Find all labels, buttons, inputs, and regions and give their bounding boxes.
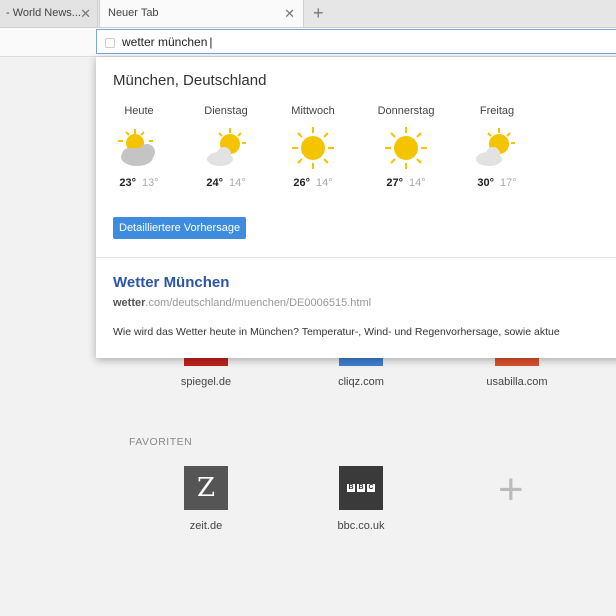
top-site-label[interactable]: spiegel.de <box>146 376 266 388</box>
top-site-tile-usabilla[interactable] <box>495 358 539 366</box>
day-name: Dienstag <box>204 105 248 117</box>
temp-high: 26° <box>293 177 310 189</box>
tab-bar: - World News... ✕ Neuer Tab ✕ + <box>0 0 616 28</box>
temp-low: 14° <box>229 177 246 189</box>
close-icon[interactable]: ✕ <box>80 0 91 27</box>
top-site-tile-cliqz[interactable] <box>339 358 383 366</box>
temp-low: 14° <box>316 177 333 189</box>
tab-new-tab[interactable]: Neuer Tab ✕ <box>99 0 304 27</box>
temp-high: 23° <box>119 177 136 189</box>
favorite-label[interactable]: bbc.co.uk <box>301 520 421 532</box>
top-site-tile-spiegel[interactable] <box>184 358 228 366</box>
favorite-tile-zeit[interactable]: Z <box>184 466 228 510</box>
result-url: wetter.com/deutschland/muenchen/DE000651… <box>113 297 371 309</box>
temp-low: 17° <box>500 177 517 189</box>
weather-day: Mittwoch 26° 14° <box>273 105 353 189</box>
favorite-label[interactable]: zeit.de <box>146 520 266 532</box>
url-bar[interactable]: wetter münchen <box>96 29 616 54</box>
search-dropdown: München, Deutschland Heute 23° 13° Dienst… <box>96 57 616 358</box>
new-tab-plus-icon[interactable]: + <box>313 2 324 24</box>
tab-label: Neuer Tab <box>108 7 159 19</box>
result-url-path: .com/deutschland/muenchen/DE0006515.html <box>145 297 372 309</box>
url-input-text[interactable]: wetter münchen <box>122 35 213 49</box>
partly-cloudy-icon <box>118 129 155 166</box>
tab-label: - World News... <box>6 7 81 19</box>
result-title-link[interactable]: Wetter München <box>113 274 229 291</box>
temp-high: 30° <box>477 177 494 189</box>
result-description: Wie wird das Wetter heute in München? Te… <box>113 326 560 338</box>
close-icon[interactable]: ✕ <box>284 0 295 27</box>
weather-day: Heute 23° 13° <box>99 105 179 189</box>
day-name: Donnerstag <box>377 105 435 117</box>
day-name: Heute <box>124 105 154 117</box>
temp-low: 13° <box>142 177 159 189</box>
add-favorite-icon[interactable]: + <box>498 468 524 512</box>
partly-cloudy-icon <box>476 128 515 166</box>
day-name: Freitag <box>479 105 515 117</box>
divider <box>96 257 616 258</box>
sun-icon <box>385 127 427 169</box>
page-icon <box>105 38 115 48</box>
detailed-forecast-button[interactable]: Detailliertere Vorhersage <box>113 217 247 239</box>
sun-icon <box>292 127 334 169</box>
temp-low: 14° <box>409 177 426 189</box>
tab-world-news[interactable]: - World News... ✕ <box>0 0 98 27</box>
top-site-label[interactable]: usabilla.com <box>457 376 577 388</box>
favorite-tile-bbc[interactable]: B B C <box>339 466 383 510</box>
weather-location: München, Deutschland <box>113 72 267 89</box>
zeit-logo-icon: Z <box>196 473 216 503</box>
partly-cloudy-icon <box>207 128 246 166</box>
favorites-heading: FAVORITEN <box>129 436 193 448</box>
top-site-label[interactable]: cliqz.com <box>301 376 421 388</box>
temp-high: 24° <box>206 177 223 189</box>
toolbar: wetter münchen <box>0 28 616 57</box>
weather-day: Dienstag 24° 14° <box>186 105 266 189</box>
weather-day: Freitag 30° 17° <box>457 105 537 189</box>
weather-day: Donnerstag 27° 14° <box>366 105 446 189</box>
temp-high: 27° <box>386 177 403 189</box>
result-url-domain: wetter <box>113 297 146 309</box>
day-name: Mittwoch <box>291 105 335 117</box>
